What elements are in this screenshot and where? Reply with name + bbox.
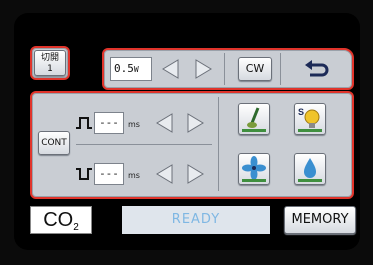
on-time-unit: ms xyxy=(128,120,140,129)
divider xyxy=(224,53,225,85)
top-row-panel: 0.5W CW xyxy=(102,48,354,90)
off-time-input[interactable]: --- xyxy=(94,163,124,185)
divider xyxy=(76,144,212,145)
cw-button[interactable]: CW xyxy=(238,57,272,81)
water-button[interactable] xyxy=(294,153,326,185)
mode-panel: 切開 1 xyxy=(30,46,70,80)
on-time-input[interactable]: --- xyxy=(94,112,124,134)
mode-number: 1 xyxy=(47,64,53,74)
gas-indicator: CO2 xyxy=(30,206,92,234)
water-drop-icon xyxy=(298,158,322,182)
s-bulb-button[interactable]: S xyxy=(294,103,326,135)
return-arrow-icon xyxy=(305,60,329,77)
off-time-decrease-button[interactable] xyxy=(154,162,176,186)
device-screen: 切開 1 0.5W CW CONT --- ms --- ms S CO2 RE… xyxy=(14,13,360,250)
status-text: READY xyxy=(171,212,221,227)
mode-button[interactable]: 切開 1 xyxy=(34,50,66,76)
pulse-on-icon xyxy=(76,117,92,129)
status-display: READY xyxy=(122,206,270,234)
cont-button[interactable]: CONT xyxy=(38,131,70,155)
gas-label: CO xyxy=(43,209,74,231)
return-button[interactable] xyxy=(300,57,334,81)
off-time-increase-button[interactable] xyxy=(184,162,206,186)
on-time-increase-button[interactable] xyxy=(184,111,206,135)
power-increase-button[interactable] xyxy=(192,57,214,81)
power-value: 0.5 xyxy=(114,62,134,75)
off-time-unit: ms xyxy=(128,171,140,180)
brush-button[interactable] xyxy=(238,103,270,135)
pulse-panel: CONT --- ms --- ms S xyxy=(30,91,354,199)
power-display[interactable]: 0.5W xyxy=(110,57,152,81)
power-unit: W xyxy=(133,65,139,74)
mode-label: 切開 xyxy=(40,53,59,63)
svg-text:S: S xyxy=(298,107,304,117)
fan-icon xyxy=(242,156,266,182)
pulse-off-icon xyxy=(76,168,92,180)
brush-icon xyxy=(242,107,266,132)
fan-button[interactable] xyxy=(238,153,270,185)
gas-subscript: 2 xyxy=(73,222,79,234)
divider xyxy=(280,53,281,85)
power-decrease-button[interactable] xyxy=(160,57,182,81)
s-bulb-icon: S xyxy=(298,107,322,132)
on-time-decrease-button[interactable] xyxy=(154,111,176,135)
memory-button[interactable]: MEMORY xyxy=(284,206,356,234)
divider xyxy=(218,97,219,191)
